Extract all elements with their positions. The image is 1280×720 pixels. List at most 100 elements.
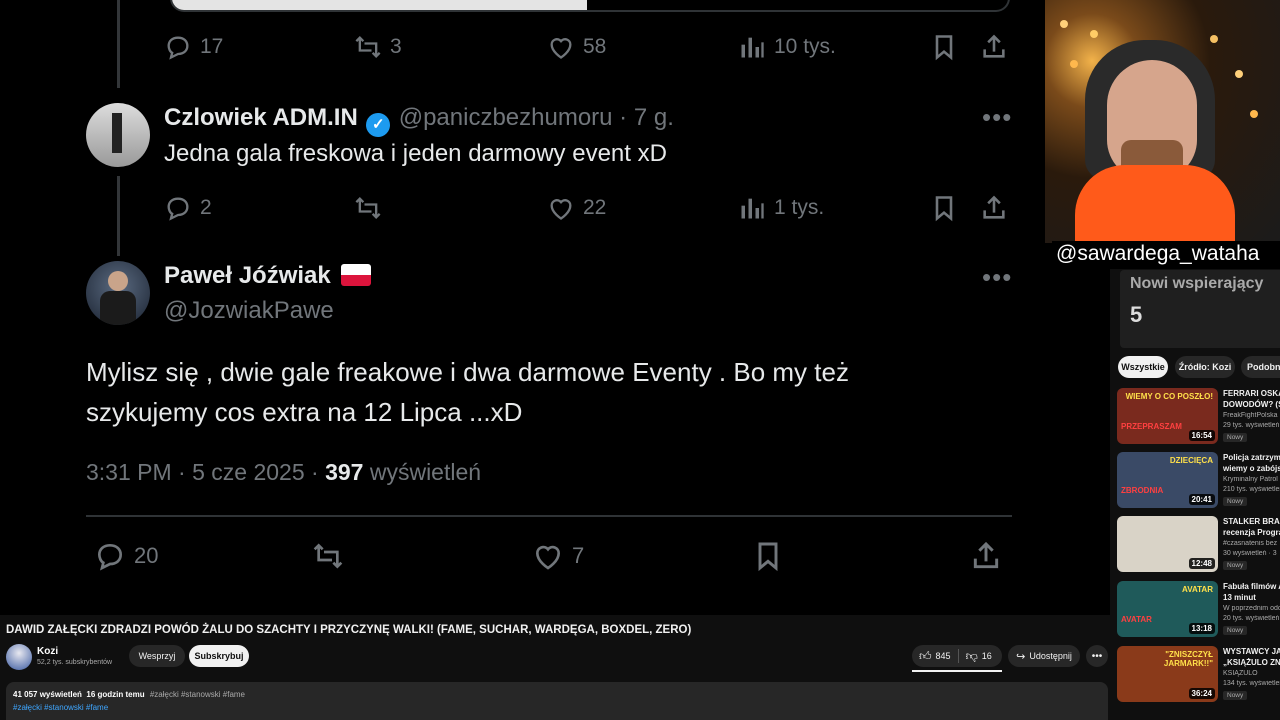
video-thumbnail[interactable]: AVATAR AVATAR 13:18 bbox=[1117, 581, 1218, 637]
main-tweet-meta: 3:31 PM · 5 cze 2025 · 397 wyświetleń bbox=[86, 459, 481, 486]
reply-icon bbox=[167, 36, 189, 60]
reply-count: 20 bbox=[134, 543, 159, 568]
video-thumbnail[interactable]: 12:48 bbox=[1117, 516, 1218, 572]
heart-icon bbox=[550, 199, 572, 220]
recommendation-channel[interactable]: #czasnatenis bez bbox=[1223, 540, 1280, 547]
recommendation-title[interactable]: FERRARI OSKA DOWODÓW? (S bbox=[1223, 388, 1280, 410]
video-thumbnail[interactable]: "ZNISZCZYŁ JARMARK!!" 36:24 bbox=[1117, 646, 1218, 702]
new-badge: Nowy bbox=[1223, 497, 1248, 506]
retweet-action[interactable]: 3 bbox=[354, 30, 402, 64]
thumbnail-text: DZIECIĘCA bbox=[1169, 456, 1213, 465]
subscriber-count: 52,2 tys. subskrybentów bbox=[37, 659, 113, 666]
main-author-handle: @JozwiakPawe bbox=[164, 297, 334, 324]
reply-action[interactable]: 2 bbox=[164, 191, 212, 225]
thread-line bbox=[117, 0, 120, 88]
main-tweet-text: Mylisz się , dwie gale freakowe i dwa da… bbox=[86, 352, 849, 432]
more-options-icon[interactable]: ••• bbox=[982, 102, 1012, 133]
thumbnail-text-2: PRZEPRASZAM bbox=[1121, 422, 1182, 431]
share-button[interactable]: ↪ Udostępnij bbox=[1008, 645, 1080, 667]
channel-name[interactable]: Kozi bbox=[37, 646, 58, 657]
share-label: Udostępnij bbox=[1029, 651, 1072, 661]
share-action[interactable] bbox=[980, 191, 1008, 225]
chip-all[interactable]: Wszystkie bbox=[1118, 356, 1168, 378]
recommendation-item[interactable]: 12:48 STALKER BRAZ recenzja Progra #czasnat… bbox=[1117, 516, 1280, 574]
avatar-pawel[interactable] bbox=[86, 261, 150, 325]
video-duration: 20:41 bbox=[1188, 494, 1215, 505]
share-action[interactable] bbox=[980, 30, 1008, 64]
new-badge: Nowy bbox=[1223, 561, 1248, 570]
media-preview bbox=[170, 0, 1010, 12]
recommendation-meta: 134 tys. wyświetleń bbox=[1223, 680, 1280, 687]
retweet-icon bbox=[355, 36, 381, 58]
chip-source[interactable]: Źródło: Kozi bbox=[1175, 356, 1235, 378]
avatar-czlowiek[interactable] bbox=[86, 103, 150, 167]
video-thumbnail[interactable]: DZIECIĘCA ZBRODNIA 20:41 bbox=[1117, 452, 1218, 508]
main-header: Paweł Jóźwiak bbox=[164, 262, 372, 290]
bookmark-action[interactable] bbox=[930, 30, 958, 64]
recommendation-item[interactable]: AVATAR AVATAR 13:18 Fabuła filmów A 13 minut… bbox=[1117, 581, 1280, 639]
description-box[interactable] bbox=[6, 682, 1108, 720]
thread-line bbox=[117, 176, 120, 256]
retweet-action[interactable] bbox=[312, 536, 344, 576]
recommendation-meta: 30 wyświetleń · 3 bbox=[1223, 550, 1277, 557]
thumbs-down-icon[interactable]: 👎︎ bbox=[966, 649, 978, 664]
reply-actions: 2 22 1 tys. bbox=[162, 191, 1012, 225]
tweet-timestamp[interactable]: 3:31 PM · 5 cze 2025 · bbox=[86, 459, 325, 485]
share-icon bbox=[983, 34, 1005, 58]
thumbs-up-icon[interactable]: 👍︎ bbox=[919, 649, 932, 664]
main-text-line2: szykujemy cos extra na 12 Lipca ...xD bbox=[86, 397, 523, 427]
thumbnail-text-2: AVATAR bbox=[1121, 615, 1152, 624]
recommendation-item[interactable]: "ZNISZCZYŁ JARMARK!!" 36:24 WYSTAWCY JA „KS… bbox=[1117, 646, 1280, 704]
subscribe-button[interactable]: Subskrybuj bbox=[189, 645, 249, 667]
reply-action[interactable]: 20 bbox=[94, 536, 158, 576]
channel-avatar[interactable] bbox=[6, 644, 32, 670]
views-action[interactable]: 1 tys. bbox=[738, 191, 824, 225]
main-author-name[interactable]: Paweł Jóźwiak bbox=[164, 262, 331, 289]
recommendation-channel[interactable]: Kryminalny Patrol bbox=[1223, 476, 1280, 483]
hashtag-links[interactable]: #załęcki #stanowski #fame bbox=[13, 703, 108, 712]
thumbnail-text: WIEMY O CO POSZŁO! bbox=[1125, 392, 1213, 401]
recommendation-title[interactable]: WYSTAWCY JA „KSIĄŻULO ZNI bbox=[1223, 646, 1280, 668]
recommendation-meta: 210 tys. wyświetleń bbox=[1223, 486, 1280, 493]
recommendation-channel[interactable]: W poprzednim odc bbox=[1223, 605, 1280, 612]
recommendation-item[interactable]: DZIECIĘCA ZBRODNIA 20:41 Policja zatrzym wie… bbox=[1117, 452, 1280, 510]
recommendation-title[interactable]: STALKER BRAZ recenzja Progra bbox=[1223, 516, 1280, 538]
reply-action[interactable]: 17 bbox=[164, 30, 223, 64]
reply-count: 2 bbox=[200, 196, 212, 219]
recommendation-channel[interactable]: KSIĄŻULO bbox=[1223, 670, 1280, 677]
verified-badge-icon: ✓ bbox=[366, 113, 391, 137]
more-actions-icon[interactable]: ••• bbox=[1086, 645, 1108, 667]
recommendation-item[interactable]: WIEMY O CO POSZŁO! PRZEPRASZAM 16:54 FERRAR… bbox=[1117, 388, 1280, 446]
recommendation-meta: 20 tys. wyświetleń bbox=[1223, 615, 1280, 622]
video-thumbnail[interactable]: WIEMY O CO POSZŁO! PRZEPRASZAM 16:54 bbox=[1117, 388, 1218, 444]
video-player[interactable]: 17 3 58 10 tys. Czlowiek ADM.IN ✓ @panic… bbox=[0, 0, 1110, 615]
views-icon bbox=[741, 37, 764, 58]
share-icon bbox=[983, 195, 1005, 219]
divider bbox=[86, 515, 1012, 517]
support-button[interactable]: Wesprzyj bbox=[129, 645, 185, 667]
chip-similar[interactable]: Podobne bbox=[1241, 356, 1280, 378]
video-duration: 36:24 bbox=[1188, 688, 1215, 699]
reply-author-handle: @paniczbezhumoru · 7 g. bbox=[398, 104, 674, 131]
views-action[interactable]: 10 tys. bbox=[738, 30, 836, 64]
thumbnail-text: "ZNISZCZYŁ JARMARK!!" bbox=[1163, 650, 1213, 668]
heart-icon bbox=[536, 545, 560, 570]
bookmark-action[interactable] bbox=[930, 191, 958, 225]
like-action[interactable]: 7 bbox=[532, 536, 584, 576]
like-action[interactable]: 58 bbox=[547, 30, 606, 64]
reply-icon bbox=[97, 543, 123, 571]
bookmark-action[interactable] bbox=[752, 536, 784, 576]
more-options-icon[interactable]: ••• bbox=[982, 262, 1012, 293]
retweet-action[interactable] bbox=[354, 191, 382, 225]
tweet-views-count: 397 bbox=[325, 459, 364, 485]
reply-header: Czlowiek ADM.IN ✓ @paniczbezhumoru · 7 g… bbox=[164, 104, 674, 137]
recommendation-title[interactable]: Policja zatrzym wiemy o zabójs bbox=[1223, 452, 1280, 474]
bookmark-icon bbox=[935, 196, 953, 222]
like-action[interactable]: 22 bbox=[547, 191, 606, 225]
reply-author-name[interactable]: Czlowiek ADM.IN bbox=[164, 104, 358, 131]
recommendation-channel[interactable]: FreakFightPolska bbox=[1223, 412, 1280, 419]
share-action[interactable] bbox=[970, 536, 1002, 576]
reply-icon bbox=[167, 197, 189, 221]
video-title: DAWID ZAŁĘCKI ZDRADZI POWÓD ŻALU DO SZAC… bbox=[6, 624, 692, 636]
recommendation-title[interactable]: Fabuła filmów A 13 minut bbox=[1223, 581, 1280, 603]
